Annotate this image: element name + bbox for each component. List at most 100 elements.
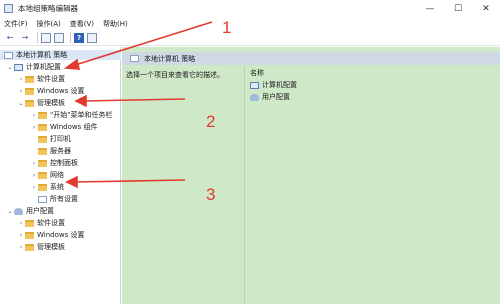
menu-action[interactable]: 操作(A) (37, 19, 61, 29)
settings-page-icon (38, 195, 47, 203)
policy-icon (4, 51, 13, 59)
collapsed-chevron-icon[interactable]: › (30, 184, 38, 191)
tree-item-computer-config[interactable]: ⌄ 计算机配置 (6, 62, 61, 72)
collapsed-chevron-icon[interactable]: › (17, 244, 25, 251)
expanded-chevron-icon[interactable]: ⌄ (6, 208, 14, 215)
expanded-chevron-icon[interactable]: ⌄ (6, 64, 14, 71)
tree-item-network[interactable]: › 网络 (30, 170, 64, 180)
tree-label: 本地计算机 策略 (16, 51, 68, 59)
tree-item-control-panel[interactable]: › 控制面板 (30, 158, 78, 168)
tree-label: 所有设置 (50, 195, 78, 203)
tree-item-system[interactable]: › 系统 (30, 182, 64, 192)
expanded-chevron-icon[interactable]: ⌄ (17, 100, 25, 107)
annotation-number-3: 3 (206, 185, 216, 204)
pane-divider[interactable] (244, 66, 245, 304)
menu-bar: 文件(F) 操作(A) 查看(V) 帮助(H) (0, 17, 500, 30)
collapsed-chevron-icon[interactable]: › (17, 220, 25, 227)
tree-item-windows-settings[interactable]: › Windows 设置 (17, 86, 85, 96)
tree-label: 软件设置 (37, 75, 65, 83)
tree-item-server[interactable]: 服务器 (38, 146, 71, 156)
collapsed-chevron-icon[interactable]: › (17, 76, 25, 83)
folder-icon (25, 87, 34, 95)
folder-icon (38, 159, 47, 167)
tree-label: 管理模板 (37, 243, 65, 251)
menu-file[interactable]: 文件(F) (4, 19, 28, 29)
tree-item-start-menu[interactable]: › "开始"菜单和任务栏 (30, 110, 113, 120)
content-header-title: 本地计算机 策略 (144, 54, 196, 63)
collapsed-chevron-icon[interactable]: › (17, 88, 25, 95)
list-item-computer-config[interactable]: 计算机配置 (250, 80, 297, 90)
collapsed-chevron-icon[interactable]: › (30, 160, 38, 167)
folder-icon (25, 75, 34, 83)
maximize-button[interactable]: ☐ (444, 0, 472, 17)
tree-item-user-admin-templates[interactable]: › 管理模板 (17, 242, 65, 252)
list-item-user-config[interactable]: 用户配置 (250, 92, 290, 102)
user-icon (14, 207, 23, 215)
tree-label: 用户配置 (26, 207, 54, 215)
toolbar-separator (70, 32, 71, 43)
tree-label: Windows 设置 (37, 87, 85, 95)
computer-icon (14, 63, 23, 71)
app-icon (4, 4, 13, 13)
tree-label: 计算机配置 (26, 63, 61, 71)
tree-label: Windows 组件 (50, 123, 98, 131)
content-header: 本地计算机 策略 (122, 52, 500, 65)
collapsed-chevron-icon[interactable]: › (30, 124, 38, 131)
tree-label: 网络 (50, 171, 64, 179)
collapsed-chevron-icon[interactable]: › (17, 232, 25, 239)
folder-icon (38, 183, 47, 191)
description-text: 选择一个项目来查看它的描述。 (126, 71, 224, 79)
menu-view[interactable]: 查看(V) (70, 19, 94, 29)
tree-item-admin-templates[interactable]: ⌄ 管理模板 (17, 98, 65, 108)
computer-icon (250, 81, 259, 89)
folder-icon (38, 111, 47, 119)
collapsed-chevron-icon[interactable]: › (30, 112, 38, 119)
folder-icon (38, 147, 47, 155)
list-item-label: 计算机配置 (262, 81, 297, 89)
tree-label: Windows 设置 (37, 231, 85, 239)
show-hide-tree-icon[interactable] (41, 32, 51, 43)
tree-label: 打印机 (50, 135, 71, 143)
tree-item-all-settings[interactable]: 所有设置 (38, 194, 78, 204)
tree-item-user-config[interactable]: ⌄ 用户配置 (6, 206, 54, 216)
name-column-header[interactable]: 名称 (250, 68, 264, 78)
folder-icon (38, 135, 47, 143)
tree-item-printers[interactable]: 打印机 (38, 134, 71, 144)
tree-label: 系统 (50, 183, 64, 191)
close-button[interactable]: ✕ (472, 0, 500, 17)
tree-item-user-software-settings[interactable]: › 软件设置 (17, 218, 65, 228)
collapsed-chevron-icon[interactable]: › (30, 172, 38, 179)
window-controls: — ☐ ✕ (416, 0, 500, 17)
forward-button[interactable]: → (19, 32, 31, 44)
folder-icon (38, 171, 47, 179)
list-view-icon[interactable] (54, 32, 64, 43)
tree-label: "开始"菜单和任务栏 (50, 111, 113, 119)
tree-label: 软件设置 (37, 219, 65, 227)
user-icon (250, 93, 259, 101)
tree-label: 服务器 (50, 147, 71, 155)
folder-icon (25, 231, 34, 239)
tree-item-windows-components[interactable]: › Windows 组件 (30, 122, 98, 132)
tree-item-root[interactable]: 本地计算机 策略 (0, 50, 121, 60)
title-bar: 本地组策略编辑器 — ☐ ✕ (0, 0, 500, 17)
minimize-button[interactable]: — (416, 0, 444, 17)
folder-icon (25, 99, 34, 107)
annotation-number-2: 2 (206, 112, 216, 131)
annotation-number-1: 1 (222, 18, 232, 37)
tree-item-software-settings[interactable]: › 软件设置 (17, 74, 65, 84)
back-button[interactable]: ← (4, 32, 16, 44)
list-item-label: 用户配置 (262, 93, 290, 101)
policy-icon (130, 55, 139, 62)
tree-item-user-windows-settings[interactable]: › Windows 设置 (17, 230, 85, 240)
folder-icon (25, 219, 34, 227)
navigation-tree: 本地计算机 策略 ⌄ 计算机配置 › 软件设置 › Windows 设置 ⌄ 管… (0, 47, 121, 304)
tree-label: 管理模板 (37, 99, 65, 107)
folder-icon (25, 243, 34, 251)
content-pane: 本地计算机 策略 选择一个项目来查看它的描述。 名称 计算机配置 用户配置 (122, 47, 500, 304)
properties-icon[interactable] (87, 32, 97, 43)
tree-label: 控制面板 (50, 159, 78, 167)
help-icon[interactable]: ? (74, 32, 84, 43)
menu-help[interactable]: 帮助(H) (103, 19, 128, 29)
folder-icon (38, 123, 47, 131)
toolbar: ← → ? (0, 30, 500, 46)
